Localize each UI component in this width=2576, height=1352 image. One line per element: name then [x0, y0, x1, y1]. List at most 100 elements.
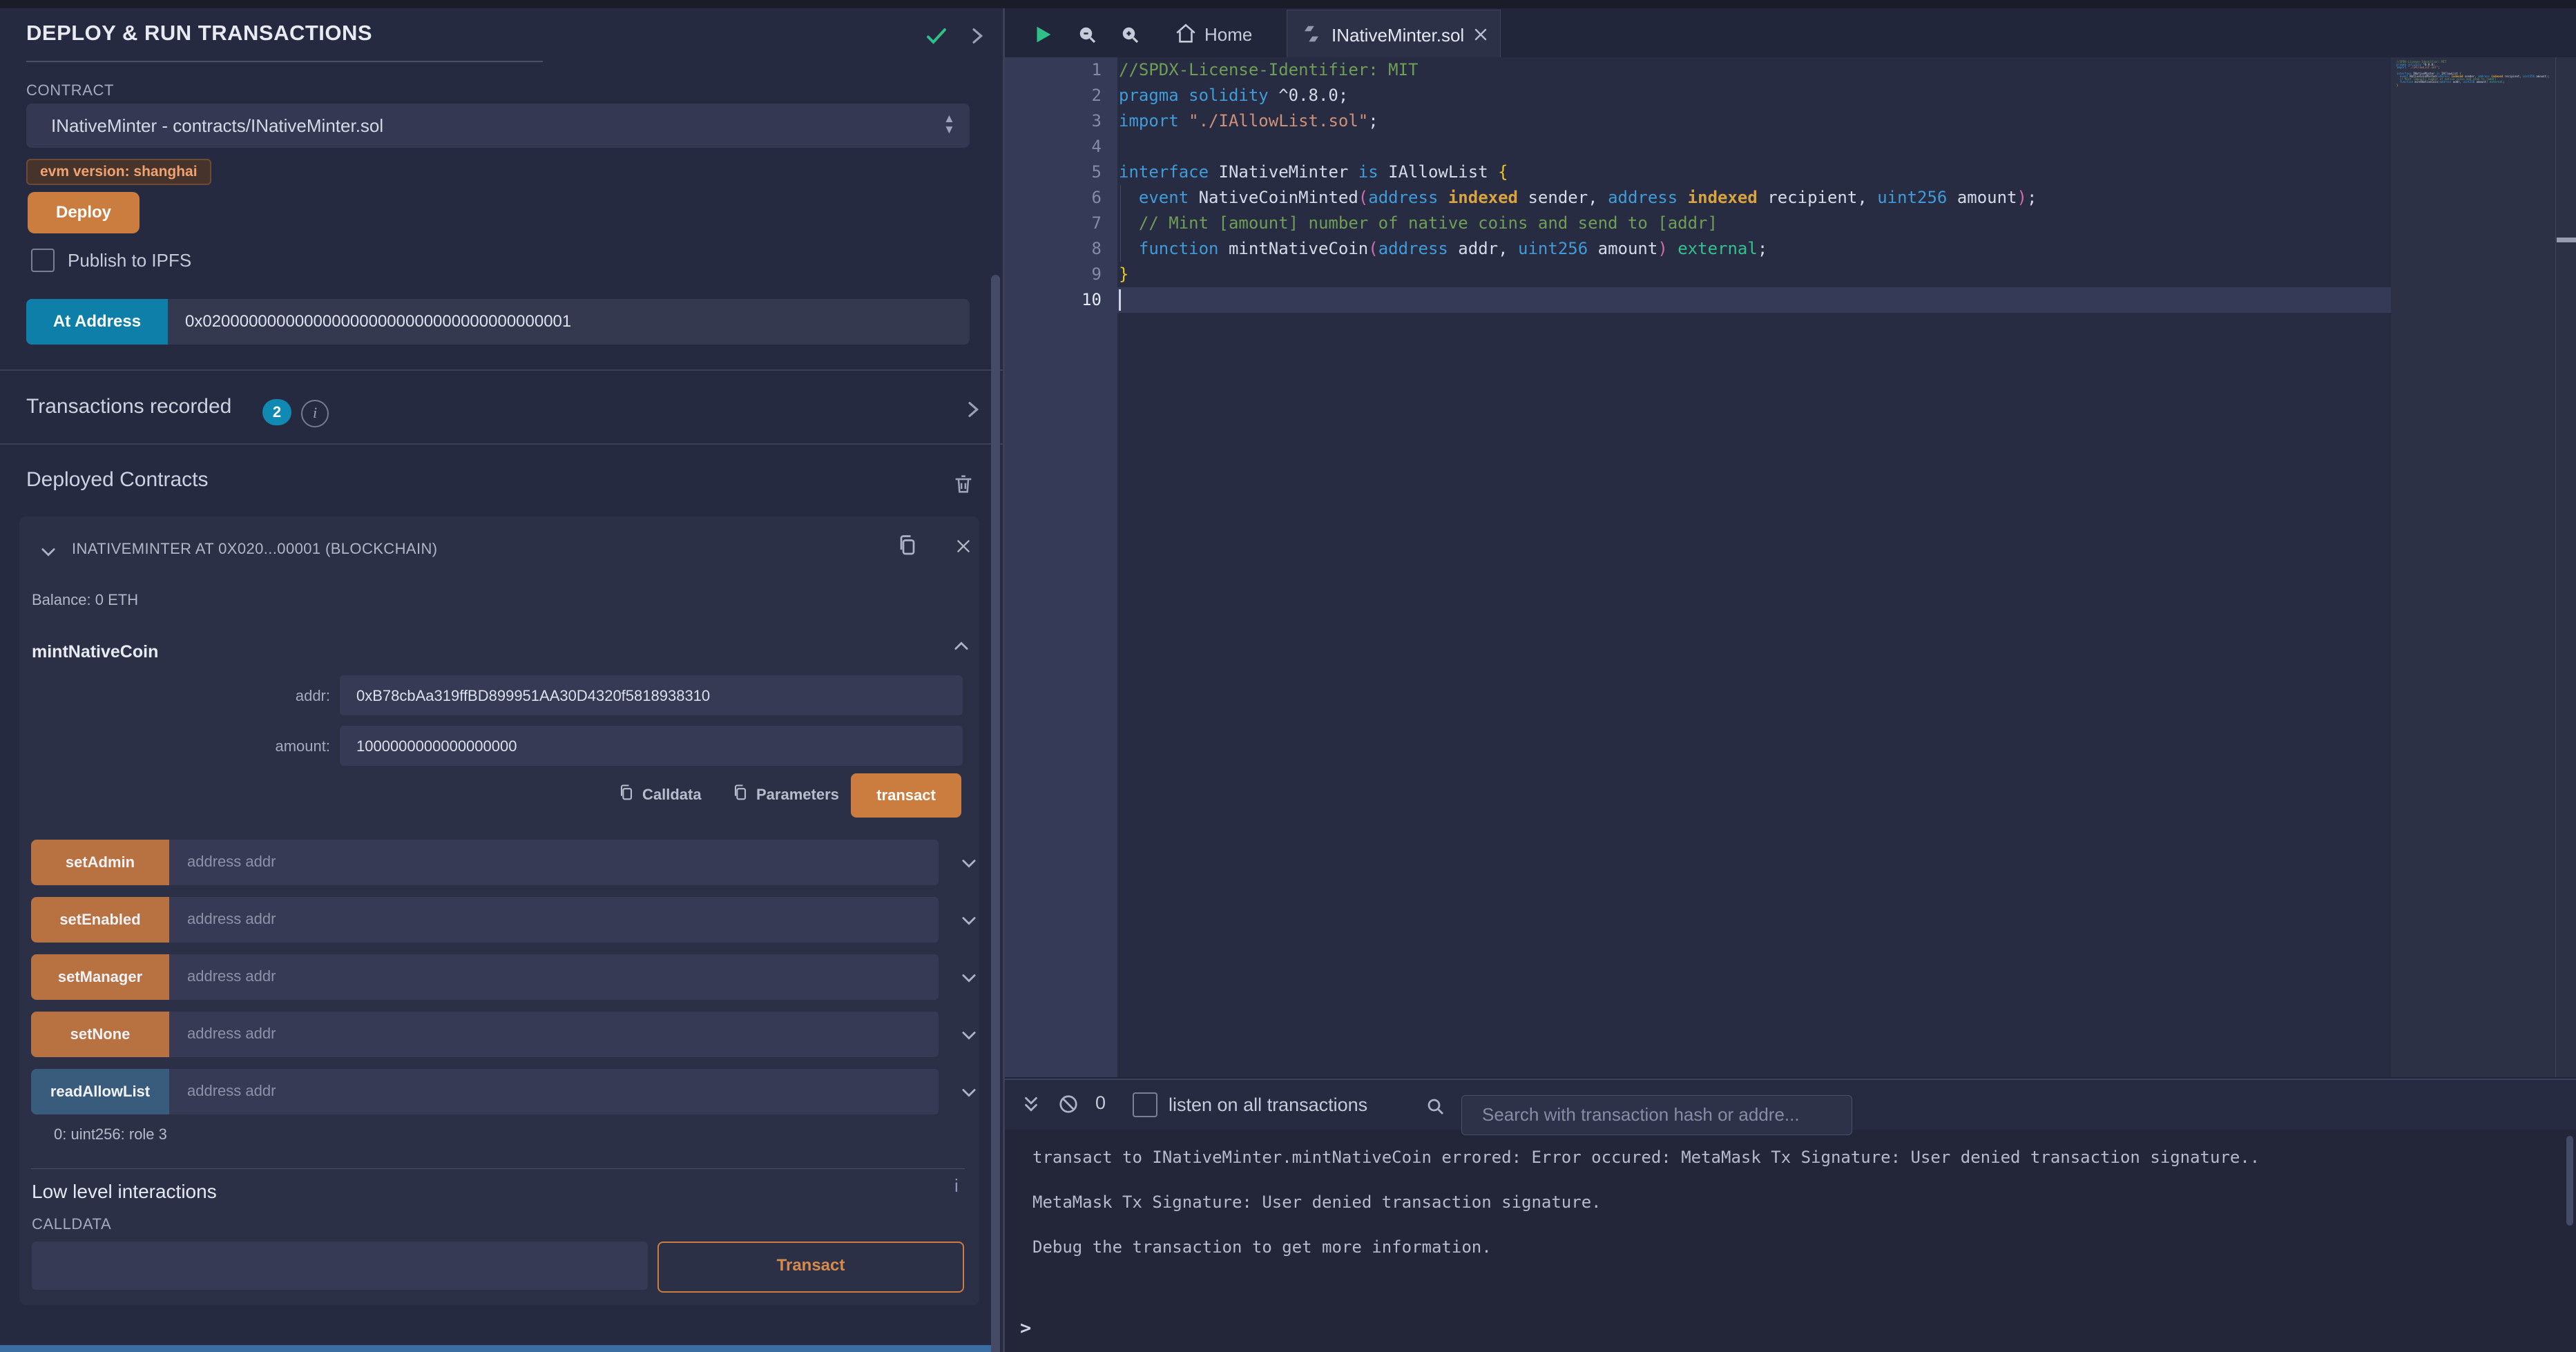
separator	[0, 443, 1003, 445]
zoom-in-icon[interactable]	[1120, 25, 1141, 46]
low-level-transact-button[interactable]: Transact	[657, 1242, 964, 1293]
line-number: 1	[1005, 57, 1102, 83]
terminal-search-icon	[1425, 1097, 1446, 1117]
deployed-contracts-title: Deployed Contracts	[26, 468, 208, 492]
code-line-1[interactable]: 1//SPDX-License-Identifier: MIT	[1005, 57, 2391, 83]
calldata-button[interactable]: Calldata	[642, 786, 702, 804]
readAllowList-button[interactable]: readAllowList	[31, 1069, 169, 1114]
listen-all-checkbox[interactable]	[1133, 1092, 1157, 1117]
code-line-7[interactable]: 7 // Mint [amount] number of native coin…	[1005, 211, 2391, 236]
readAllowList-input[interactable]	[169, 1069, 939, 1114]
instance-balance: Balance: 0 ETH	[32, 591, 138, 609]
transactions-expand-chevron-icon[interactable]	[961, 398, 983, 421]
line-number: 7	[1005, 211, 1102, 236]
setAdmin-input[interactable]	[169, 840, 939, 885]
setManager-expand-chevron-icon[interactable]	[959, 968, 979, 987]
function-collapse-chevron-icon[interactable]	[952, 637, 971, 656]
line-number: 6	[1005, 185, 1102, 211]
setNone-button[interactable]: setNone	[31, 1012, 169, 1057]
terminal-prompt[interactable]: >	[1020, 1317, 1031, 1339]
setManager-placeholder: address addr	[187, 967, 276, 985]
line-number: 2	[1005, 83, 1102, 108]
clear-terminal-ban-icon[interactable]	[1058, 1094, 1079, 1114]
run-script-play-icon[interactable]	[1031, 23, 1055, 46]
scrollbar-cursor-marker	[2557, 238, 2576, 242]
function-row-readAllowList: readAllowListaddress addr	[31, 1069, 939, 1114]
setEnabled-placeholder: address addr	[187, 910, 276, 928]
code-line-6[interactable]: 6 event NativeCoinMinted(address indexed…	[1005, 185, 2391, 211]
code-line-2[interactable]: 2pragma solidity ^0.8.0;	[1005, 83, 2391, 108]
line-number: 5	[1005, 160, 1102, 185]
function-row-setNone: setNoneaddress addr	[31, 1012, 939, 1057]
instance-header-label: INATIVEMINTER AT 0X020...00001 (BLOCKCHA…	[72, 540, 437, 558]
instance-collapse-chevron-icon[interactable]	[39, 542, 58, 561]
function-row-setEnabled: setEnabled address addr	[31, 897, 939, 943]
line-number: 3	[1005, 108, 1102, 134]
parameters-button[interactable]: Parameters	[756, 786, 839, 804]
terminal-log-line: Debug the transaction to get more inform…	[1032, 1237, 1492, 1257]
contract-select[interactable]: INativeMinter - contracts/INativeMinter.…	[26, 104, 970, 148]
code-line-9[interactable]: 9}	[1005, 262, 2391, 287]
terminal-tx-count: 0	[1095, 1092, 1106, 1114]
transactions-recorded-label: Transactions recorded	[26, 395, 231, 418]
function-row-setAdmin: setAdminaddress addr	[31, 840, 939, 885]
setAdmin-button[interactable]: setAdmin	[31, 840, 169, 885]
setNone-expand-chevron-icon[interactable]	[959, 1025, 979, 1045]
publish-ipfs-checkbox[interactable]	[31, 249, 55, 272]
code-line-4[interactable]: 4	[1005, 134, 2391, 160]
amount-field-value: 1000000000000000000	[356, 737, 517, 755]
terminal-log-line: transact to INativeMinter.mintNativeCoin…	[1032, 1148, 2260, 1167]
listen-all-label: listen on all transactions	[1169, 1094, 1367, 1116]
terminal-collapse-double-chevron-icon[interactable]	[1021, 1094, 1041, 1114]
code-line-3[interactable]: 3import "./IAllowList.sol";	[1005, 108, 2391, 134]
setManager-input[interactable]	[169, 954, 939, 1000]
code-line-8[interactable]: 8 function mintNativeCoin(address addr, …	[1005, 236, 2391, 262]
tab-close-icon[interactable]	[1472, 26, 1489, 43]
remove-instance-close-icon[interactable]	[954, 537, 972, 555]
setManager-button[interactable]: setManager	[31, 954, 169, 1000]
call-output: 0: uint256: role 3	[54, 1126, 167, 1143]
editor-cursor	[1119, 289, 1121, 311]
panel-scrollbar[interactable]	[991, 275, 1000, 1352]
calldata-copy-icon[interactable]	[617, 783, 636, 802]
low-level-title: Low level interactions	[32, 1181, 217, 1203]
panel-title: DEPLOY & RUN TRANSACTIONS	[26, 21, 372, 46]
setAdmin-expand-chevron-icon[interactable]	[959, 853, 979, 873]
compile-success-check-icon	[924, 23, 949, 48]
collapse-panel-chevron-icon[interactable]	[965, 25, 988, 47]
readAllowList-expand-chevron-icon[interactable]	[959, 1083, 979, 1102]
terminal-scrollbar[interactable]	[2566, 1136, 2573, 1226]
deploy-button[interactable]: Deploy	[28, 192, 140, 233]
code-line-5[interactable]: 5interface INativeMinter is IAllowList {	[1005, 160, 2391, 185]
at-address-value: 0x02000000000000000000000000000000000000…	[185, 312, 571, 331]
setEnabled-input[interactable]	[169, 897, 939, 943]
transactions-info-icon[interactable]: i	[301, 400, 329, 427]
line-number: 8	[1005, 236, 1102, 262]
setEnabled-expand-chevron-icon[interactable]	[959, 911, 979, 930]
setNone-input[interactable]	[169, 1012, 939, 1057]
tab-home[interactable]: Home	[1204, 24, 1252, 46]
code-lines[interactable]: 1//SPDX-License-Identifier: MIT2pragma s…	[1005, 57, 2391, 313]
calldata-section-label: CALLDATA	[32, 1215, 111, 1233]
bottom-progress-bar	[0, 1345, 991, 1352]
line-number: 9	[1005, 262, 1102, 287]
low-level-info-icon[interactable]: i	[954, 1175, 959, 1197]
remix-ide-window: DEPLOY & RUN TRANSACTIONS CONTRACT INati…	[0, 0, 2576, 1352]
separator	[31, 1168, 965, 1169]
solidity-file-icon	[1301, 23, 1322, 44]
line-number: 4	[1005, 134, 1102, 160]
editor-minimap[interactable]: //SPDX-License-Identifier: MITpragma sol…	[2391, 57, 2555, 1077]
home-icon[interactable]	[1174, 22, 1198, 46]
at-address-button[interactable]: At Address	[26, 299, 168, 345]
low-level-calldata-input[interactable]	[32, 1242, 648, 1290]
code-line-10[interactable]: 10	[1005, 287, 2391, 313]
copy-address-icon[interactable]	[895, 533, 920, 558]
setEnabled-button[interactable]: setEnabled	[31, 897, 169, 943]
parameters-copy-icon[interactable]	[731, 783, 750, 802]
addr-field-label: addr:	[26, 687, 330, 705]
clear-instances-trash-icon[interactable]	[952, 472, 975, 496]
editor-overview-ruler[interactable]	[2555, 57, 2576, 1077]
contract-label: CONTRACT	[26, 81, 114, 99]
zoom-out-icon[interactable]	[1077, 25, 1098, 46]
transact-button[interactable]: transact	[851, 773, 961, 818]
